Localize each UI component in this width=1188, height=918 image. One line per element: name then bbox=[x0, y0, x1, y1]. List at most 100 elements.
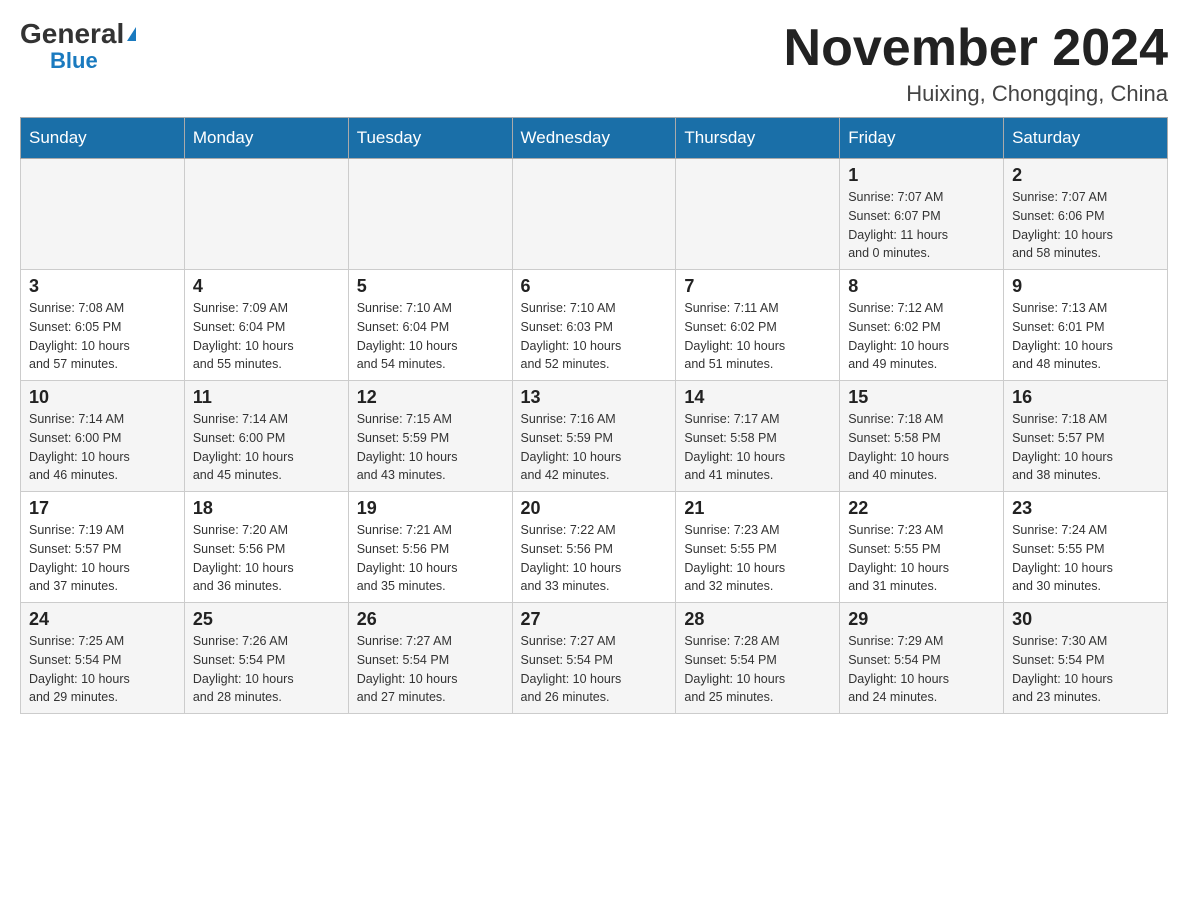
calendar-cell: 16Sunrise: 7:18 AMSunset: 5:57 PMDayligh… bbox=[1004, 381, 1168, 492]
day-info: Sunrise: 7:23 AMSunset: 5:55 PMDaylight:… bbox=[684, 521, 831, 596]
calendar-cell: 15Sunrise: 7:18 AMSunset: 5:58 PMDayligh… bbox=[840, 381, 1004, 492]
day-info: Sunrise: 7:25 AMSunset: 5:54 PMDaylight:… bbox=[29, 632, 176, 707]
day-info: Sunrise: 7:21 AMSunset: 5:56 PMDaylight:… bbox=[357, 521, 504, 596]
day-number: 29 bbox=[848, 609, 995, 630]
day-info: Sunrise: 7:07 AMSunset: 6:07 PMDaylight:… bbox=[848, 188, 995, 263]
day-info: Sunrise: 7:07 AMSunset: 6:06 PMDaylight:… bbox=[1012, 188, 1159, 263]
calendar-cell: 21Sunrise: 7:23 AMSunset: 5:55 PMDayligh… bbox=[676, 492, 840, 603]
calendar-cell: 3Sunrise: 7:08 AMSunset: 6:05 PMDaylight… bbox=[21, 270, 185, 381]
day-number: 10 bbox=[29, 387, 176, 408]
header-wednesday: Wednesday bbox=[512, 118, 676, 159]
calendar-cell: 11Sunrise: 7:14 AMSunset: 6:00 PMDayligh… bbox=[184, 381, 348, 492]
calendar-cell: 23Sunrise: 7:24 AMSunset: 5:55 PMDayligh… bbox=[1004, 492, 1168, 603]
day-info: Sunrise: 7:20 AMSunset: 5:56 PMDaylight:… bbox=[193, 521, 340, 596]
day-number: 20 bbox=[521, 498, 668, 519]
calendar-cell bbox=[184, 159, 348, 270]
calendar-cell: 22Sunrise: 7:23 AMSunset: 5:55 PMDayligh… bbox=[840, 492, 1004, 603]
calendar-cell: 7Sunrise: 7:11 AMSunset: 6:02 PMDaylight… bbox=[676, 270, 840, 381]
calendar-cell bbox=[512, 159, 676, 270]
day-number: 18 bbox=[193, 498, 340, 519]
day-info: Sunrise: 7:12 AMSunset: 6:02 PMDaylight:… bbox=[848, 299, 995, 374]
day-number: 23 bbox=[1012, 498, 1159, 519]
calendar-table: Sunday Monday Tuesday Wednesday Thursday… bbox=[20, 117, 1168, 714]
day-number: 15 bbox=[848, 387, 995, 408]
weekday-header-row: Sunday Monday Tuesday Wednesday Thursday… bbox=[21, 118, 1168, 159]
day-info: Sunrise: 7:18 AMSunset: 5:58 PMDaylight:… bbox=[848, 410, 995, 485]
calendar-cell: 19Sunrise: 7:21 AMSunset: 5:56 PMDayligh… bbox=[348, 492, 512, 603]
day-info: Sunrise: 7:29 AMSunset: 5:54 PMDaylight:… bbox=[848, 632, 995, 707]
day-number: 30 bbox=[1012, 609, 1159, 630]
day-number: 7 bbox=[684, 276, 831, 297]
calendar-cell: 13Sunrise: 7:16 AMSunset: 5:59 PMDayligh… bbox=[512, 381, 676, 492]
day-info: Sunrise: 7:17 AMSunset: 5:58 PMDaylight:… bbox=[684, 410, 831, 485]
calendar-cell: 18Sunrise: 7:20 AMSunset: 5:56 PMDayligh… bbox=[184, 492, 348, 603]
calendar-row-4: 24Sunrise: 7:25 AMSunset: 5:54 PMDayligh… bbox=[21, 603, 1168, 714]
location: Huixing, Chongqing, China bbox=[784, 81, 1168, 107]
month-year: November 2024 bbox=[784, 20, 1168, 77]
calendar-cell: 14Sunrise: 7:17 AMSunset: 5:58 PMDayligh… bbox=[676, 381, 840, 492]
calendar-cell: 28Sunrise: 7:28 AMSunset: 5:54 PMDayligh… bbox=[676, 603, 840, 714]
calendar-cell: 12Sunrise: 7:15 AMSunset: 5:59 PMDayligh… bbox=[348, 381, 512, 492]
calendar-cell: 4Sunrise: 7:09 AMSunset: 6:04 PMDaylight… bbox=[184, 270, 348, 381]
day-info: Sunrise: 7:27 AMSunset: 5:54 PMDaylight:… bbox=[357, 632, 504, 707]
calendar-cell: 29Sunrise: 7:29 AMSunset: 5:54 PMDayligh… bbox=[840, 603, 1004, 714]
header-friday: Friday bbox=[840, 118, 1004, 159]
day-info: Sunrise: 7:26 AMSunset: 5:54 PMDaylight:… bbox=[193, 632, 340, 707]
title-area: November 2024 Huixing, Chongqing, China bbox=[784, 20, 1168, 107]
day-info: Sunrise: 7:19 AMSunset: 5:57 PMDaylight:… bbox=[29, 521, 176, 596]
day-info: Sunrise: 7:08 AMSunset: 6:05 PMDaylight:… bbox=[29, 299, 176, 374]
calendar-cell: 2Sunrise: 7:07 AMSunset: 6:06 PMDaylight… bbox=[1004, 159, 1168, 270]
day-number: 5 bbox=[357, 276, 504, 297]
calendar-cell: 1Sunrise: 7:07 AMSunset: 6:07 PMDaylight… bbox=[840, 159, 1004, 270]
calendar-cell: 20Sunrise: 7:22 AMSunset: 5:56 PMDayligh… bbox=[512, 492, 676, 603]
day-number: 24 bbox=[29, 609, 176, 630]
calendar-cell bbox=[348, 159, 512, 270]
day-number: 12 bbox=[357, 387, 504, 408]
day-info: Sunrise: 7:24 AMSunset: 5:55 PMDaylight:… bbox=[1012, 521, 1159, 596]
day-number: 17 bbox=[29, 498, 176, 519]
calendar-cell: 10Sunrise: 7:14 AMSunset: 6:00 PMDayligh… bbox=[21, 381, 185, 492]
day-number: 8 bbox=[848, 276, 995, 297]
calendar-cell: 30Sunrise: 7:30 AMSunset: 5:54 PMDayligh… bbox=[1004, 603, 1168, 714]
day-number: 6 bbox=[521, 276, 668, 297]
calendar-cell: 6Sunrise: 7:10 AMSunset: 6:03 PMDaylight… bbox=[512, 270, 676, 381]
day-info: Sunrise: 7:18 AMSunset: 5:57 PMDaylight:… bbox=[1012, 410, 1159, 485]
header-monday: Monday bbox=[184, 118, 348, 159]
day-number: 14 bbox=[684, 387, 831, 408]
day-number: 19 bbox=[357, 498, 504, 519]
day-info: Sunrise: 7:13 AMSunset: 6:01 PMDaylight:… bbox=[1012, 299, 1159, 374]
header: General Blue November 2024 Huixing, Chon… bbox=[20, 20, 1168, 107]
day-number: 4 bbox=[193, 276, 340, 297]
header-sunday: Sunday bbox=[21, 118, 185, 159]
logo-general-text: General bbox=[20, 20, 136, 48]
day-info: Sunrise: 7:16 AMSunset: 5:59 PMDaylight:… bbox=[521, 410, 668, 485]
day-info: Sunrise: 7:10 AMSunset: 6:04 PMDaylight:… bbox=[357, 299, 504, 374]
day-info: Sunrise: 7:15 AMSunset: 5:59 PMDaylight:… bbox=[357, 410, 504, 485]
calendar-row-1: 3Sunrise: 7:08 AMSunset: 6:05 PMDaylight… bbox=[21, 270, 1168, 381]
day-number: 25 bbox=[193, 609, 340, 630]
day-number: 1 bbox=[848, 165, 995, 186]
calendar-cell bbox=[21, 159, 185, 270]
calendar-row-2: 10 Sunrise: 7:14 AMSunset: 6:00 PMDayligh… bbox=[21, 381, 1168, 492]
day-number: 27 bbox=[521, 609, 668, 630]
day-info: Sunrise: 7:22 AMSunset: 5:56 PMDaylight:… bbox=[521, 521, 668, 596]
day-number: 16 bbox=[1012, 387, 1159, 408]
logo: General Blue bbox=[20, 20, 136, 74]
day-info: Sunrise: 7:28 AMSunset: 5:54 PMDaylight:… bbox=[684, 632, 831, 707]
day-info: Sunrise: 7:27 AMSunset: 5:54 PMDaylight:… bbox=[521, 632, 668, 707]
day-number: 28 bbox=[684, 609, 831, 630]
calendar-row-3: 17Sunrise: 7:19 AMSunset: 5:57 PMDayligh… bbox=[21, 492, 1168, 603]
calendar-cell: 9Sunrise: 7:13 AMSunset: 6:01 PMDaylight… bbox=[1004, 270, 1168, 381]
calendar-cell: 5Sunrise: 7:10 AMSunset: 6:04 PMDaylight… bbox=[348, 270, 512, 381]
day-info: Sunrise: 7:14 AMSunset: 6:00 PMDaylight:… bbox=[193, 410, 340, 485]
calendar-cell: 24Sunrise: 7:25 AMSunset: 5:54 PMDayligh… bbox=[21, 603, 185, 714]
day-info: Sunrise: 7:23 AMSunset: 5:55 PMDaylight:… bbox=[848, 521, 995, 596]
day-number: 3 bbox=[29, 276, 176, 297]
day-number: 22 bbox=[848, 498, 995, 519]
calendar-cell: 27Sunrise: 7:27 AMSunset: 5:54 PMDayligh… bbox=[512, 603, 676, 714]
logo-blue-text: Blue bbox=[50, 48, 98, 74]
day-info: Sunrise: 7:10 AMSunset: 6:03 PMDaylight:… bbox=[521, 299, 668, 374]
day-number: 21 bbox=[684, 498, 831, 519]
calendar-cell: 17Sunrise: 7:19 AMSunset: 5:57 PMDayligh… bbox=[21, 492, 185, 603]
day-info: Sunrise: 7:09 AMSunset: 6:04 PMDaylight:… bbox=[193, 299, 340, 374]
